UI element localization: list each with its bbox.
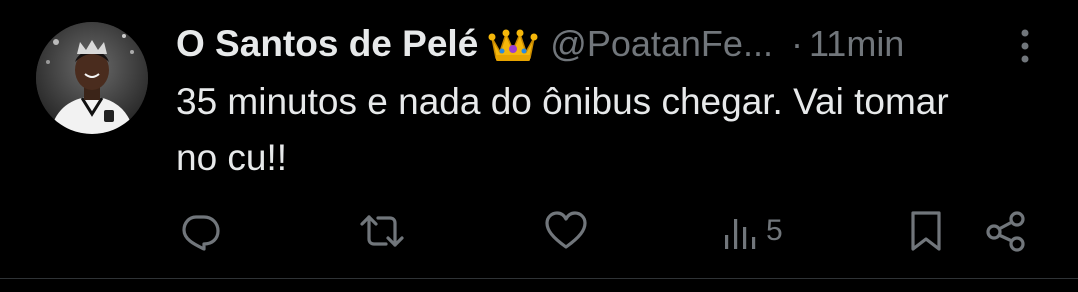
user-handle[interactable]: @PoatanFe... (550, 23, 773, 65)
views-button[interactable]: 5 (720, 204, 783, 258)
more-options-icon[interactable] (1010, 26, 1040, 66)
views-count: 5 (766, 214, 783, 247)
bookmark-icon (904, 207, 948, 255)
share-icon (982, 207, 1030, 255)
reply-icon (176, 207, 224, 255)
display-name[interactable]: O Santos de Pelé (176, 23, 478, 65)
share-button[interactable] (982, 204, 1030, 258)
like-button[interactable] (542, 204, 590, 258)
divider (0, 278, 1078, 279)
timestamp[interactable]: 11min (809, 23, 904, 65)
reply-button[interactable] (176, 204, 224, 258)
tweet[interactable]: O Santos de Pelé @PoatanFe... · 11min 35… (0, 0, 1078, 278)
crown-emoji-icon (488, 24, 538, 64)
action-bar: 5 (0, 204, 1078, 258)
tweet-text: 35 minutos e nada do ônibus chegar. Vai … (176, 81, 949, 178)
views-icon (720, 207, 760, 255)
retweet-icon (356, 207, 408, 255)
tweet-header: O Santos de Pelé @PoatanFe... · 11min (176, 20, 904, 68)
heart-icon (542, 207, 590, 255)
bookmark-button[interactable] (904, 204, 948, 258)
separator-dot: · (790, 23, 803, 64)
retweet-button[interactable] (356, 204, 408, 258)
avatar[interactable] (36, 22, 148, 134)
